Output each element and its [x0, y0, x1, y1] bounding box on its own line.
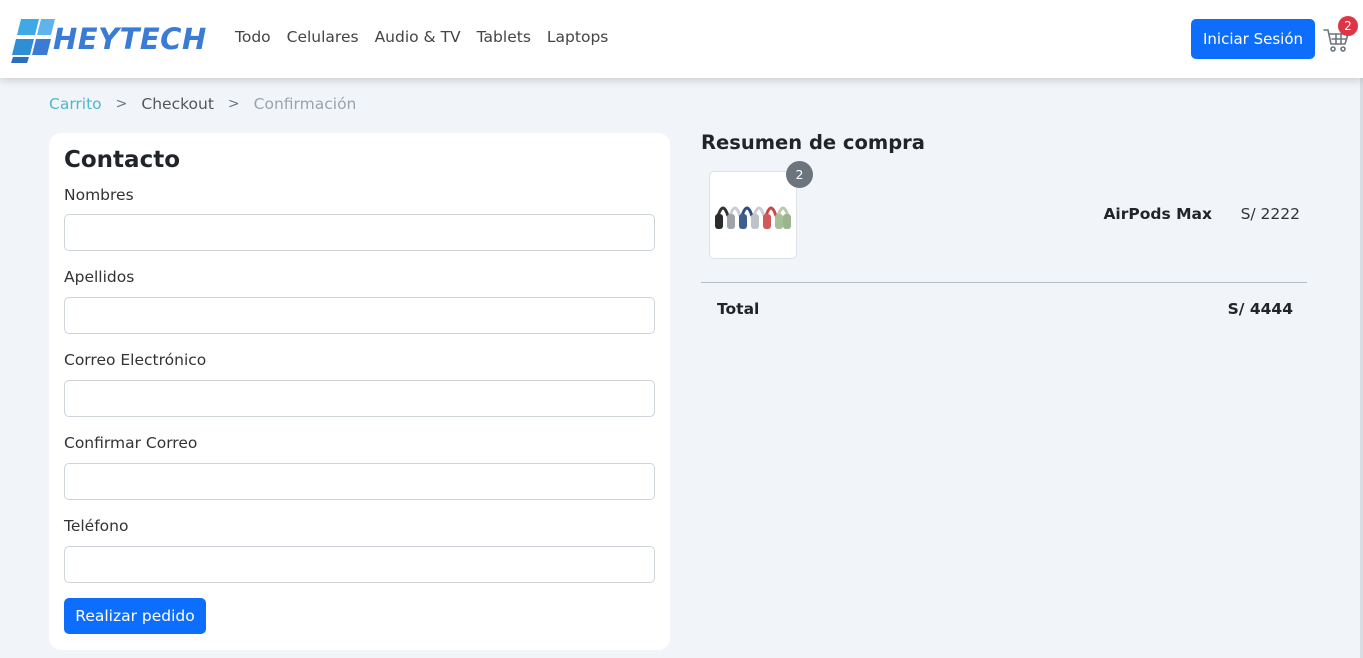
total-value: S/ 4444 — [1227, 300, 1293, 318]
headphones-image — [715, 206, 791, 229]
breadcrumb-checkout: Checkout — [141, 95, 214, 113]
brand-logo[interactable]: HEYTECH — [11, 17, 211, 63]
nav-link-laptops[interactable]: Laptops — [547, 28, 608, 46]
confirm-email-input[interactable] — [64, 463, 655, 500]
nombres-input[interactable] — [64, 214, 655, 251]
nav-link-audio-tv[interactable]: Audio & TV — [375, 28, 461, 46]
product-name: AirPods Max — [1103, 205, 1212, 223]
brand-name: HEYTECH — [53, 22, 207, 56]
product-price: S/ 2222 — [1240, 205, 1300, 223]
logo-mark-icon — [11, 19, 55, 63]
breadcrumb: Carrito > Checkout > Confirmación — [49, 95, 356, 113]
main-nav: Todo Celulares Audio & TV Tablets Laptop… — [235, 28, 608, 46]
phone-input[interactable] — [64, 546, 655, 583]
nav-link-tablets[interactable]: Tablets — [477, 28, 531, 46]
apellidos-label: Apellidos — [64, 268, 135, 286]
place-order-button[interactable]: Realizar pedido — [64, 598, 206, 634]
nav-link-celulares[interactable]: Celulares — [287, 28, 359, 46]
contact-card: Contacto Nombres Apellidos Correo Electr… — [49, 133, 670, 650]
product-thumbnail[interactable] — [709, 171, 797, 259]
top-navbar: HEYTECH Todo Celulares Audio & TV Tablet… — [0, 0, 1363, 78]
nombres-label: Nombres — [64, 186, 134, 204]
breadcrumb-separator: > — [115, 96, 128, 112]
nav-link-todo[interactable]: Todo — [235, 28, 271, 46]
breadcrumb-confirmacion: Confirmación — [253, 95, 357, 113]
breadcrumb-carrito[interactable]: Carrito — [49, 95, 102, 113]
apellidos-input[interactable] — [64, 297, 655, 334]
breadcrumb-separator: > — [227, 96, 240, 112]
quantity-badge: 2 — [786, 161, 813, 188]
cart-count-badge: 2 — [1338, 16, 1358, 36]
confirm-email-label: Confirmar Correo — [64, 434, 198, 452]
total-label: Total — [717, 300, 760, 318]
phone-label: Teléfono — [64, 517, 129, 535]
contact-title: Contacto — [64, 147, 180, 173]
email-label: Correo Electrónico — [64, 351, 207, 369]
summary-divider — [701, 282, 1307, 283]
email-input[interactable] — [64, 380, 655, 417]
summary-title: Resumen de compra — [701, 131, 925, 154]
login-button[interactable]: Iniciar Sesión — [1191, 19, 1315, 59]
